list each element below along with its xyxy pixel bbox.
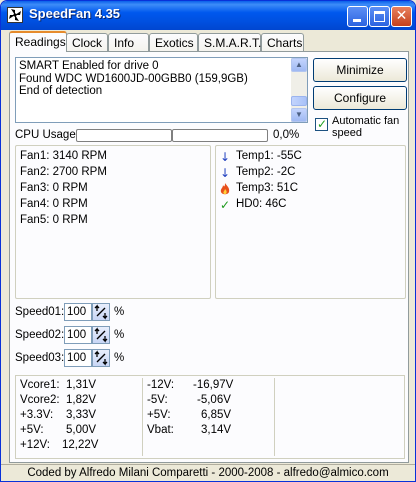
voltage-name: Vcore1: [20,379,60,391]
speedfan-fan-icon [7,7,23,23]
temperature-reading: Temp1: -55C [236,150,302,162]
log-line: Found WDC WD1600JD-00GBB0 (159,9GB) [19,72,248,85]
speed01-label: Speed01: [15,306,65,318]
minimize-window-button[interactable] [347,6,368,27]
speed03-label: Speed03: [15,352,65,364]
scroll-down-icon[interactable]: ▼ [291,108,307,122]
voltage-name: -5V: [147,394,168,406]
cpu-usage-bar [172,129,268,142]
flame-icon [218,182,232,196]
speed02-label: Speed02: [15,329,65,341]
close-icon: ✕ [395,8,408,24]
log-line: End of detection [19,85,103,97]
voltage-value: 1,31V [66,379,97,391]
cpu-usage-label: CPU Usage [15,129,76,141]
title-bar[interactable]: SpeedFan 4.35 ✕ [1,1,415,30]
voltage-value: 3,33V [66,409,97,421]
fan-reading: Fan5: 0 RPM [20,214,88,226]
voltage-value: 6,85V [201,409,232,421]
readings-panel: SMART Enabled for drive 0 Found WDC WD16… [9,51,409,463]
temperature-reading: HD0: 46C [236,198,287,210]
scroll-thumb[interactable] [291,96,307,106]
detection-log[interactable]: SMART Enabled for drive 0 Found WDC WD16… [15,57,308,123]
voltage-value: 3,14V [201,424,232,436]
temperature-reading: Temp3: 51C [236,182,299,194]
arrow-down-icon: ↓ [219,166,231,180]
spin-arrows-icon [94,350,108,366]
speed01-input[interactable]: 100 [64,303,92,321]
voltage-name: +5V: [20,424,44,436]
log-scrollbar[interactable]: ▲ ▼ [291,58,307,122]
tab-info[interactable]: Info [108,33,149,51]
voltage-name: -12V: [147,379,175,391]
speed03-input[interactable]: 100 [64,349,92,367]
speedfan-window: SpeedFan 4.35 ✕ Readings Clock Info Exot… [0,0,416,482]
fan-reading: Fan4: 0 RPM [20,198,88,210]
divider [274,378,275,456]
voltage-name: Vbat: [147,424,174,436]
temperature-reading: Temp2: -2C [236,166,296,178]
voltage-name: +12V: [20,439,50,451]
spin-arrows-icon [94,304,108,320]
voltage-value: 12,22V [62,439,99,451]
minimize-button[interactable]: Minimize [313,58,407,82]
checkmark-icon: ✓ [219,198,231,212]
status-bar: Coded by Alfredo Milani Comparetti - 200… [1,464,415,481]
fan-reading: Fan3: 0 RPM [20,182,88,194]
voltage-value: 1,82V [66,394,97,406]
automatic-fan-speed-checkbox[interactable]: ✓ [315,117,328,131]
log-line: SMART Enabled for drive 0 [19,60,159,72]
spin-arrows-icon [94,327,108,343]
speed02-spinner[interactable] [92,326,110,344]
voltage-name: +5V: [147,409,171,421]
speed02-unit: % [114,329,125,341]
voltage-value: -16,97V [193,379,234,391]
voltage-readings: Vcore1: 1,31V Vcore2: 1,82V +3.3V: 3,33V… [15,375,405,459]
close-window-button[interactable]: ✕ [391,6,412,27]
fan-readings: Fan1: 3140 RPM Fan2: 2700 RPM Fan3: 0 RP… [15,145,211,299]
voltage-name: +3.3V: [20,409,54,421]
temperature-readings: ↓ Temp1: -55C ↓ Temp2: -2C Temp3: 51C ✓ … [215,145,406,299]
fan-reading: Fan2: 2700 RPM [20,166,107,178]
scroll-up-icon[interactable]: ▲ [291,58,307,72]
maximize-window-button[interactable] [369,6,390,27]
maximize-icon [374,11,385,22]
speed01-spinner[interactable] [92,303,110,321]
tab-readings[interactable]: Readings [9,31,67,52]
arrow-down-icon: ↓ [219,150,231,164]
tab-charts[interactable]: Charts [261,33,304,51]
tab-clock[interactable]: Clock [66,33,108,51]
voltage-value: -5,06V [197,394,231,406]
speed01-unit: % [114,306,125,318]
fan-reading: Fan1: 3140 RPM [20,150,107,162]
speed02-input[interactable]: 100 [64,326,92,344]
checkmark-icon: ✓ [317,117,328,131]
speed03-spinner[interactable] [92,349,110,367]
cpu-usage-value: 0,0% [273,129,300,141]
cpu-usage-bar [76,129,172,142]
divider [142,378,143,456]
configure-button[interactable]: Configure [313,86,407,110]
window-title: SpeedFan 4.35 [29,6,121,21]
tab-smart[interactable]: S.M.A.R.T. [198,33,261,51]
voltage-name: Vcore2: [20,394,60,406]
voltage-value: 5,00V [66,424,97,436]
automatic-fan-speed-label: Automatic fan speed [332,115,400,139]
speed03-unit: % [114,352,125,364]
tab-exotics[interactable]: Exotics [149,33,198,51]
minimize-icon [353,19,361,22]
